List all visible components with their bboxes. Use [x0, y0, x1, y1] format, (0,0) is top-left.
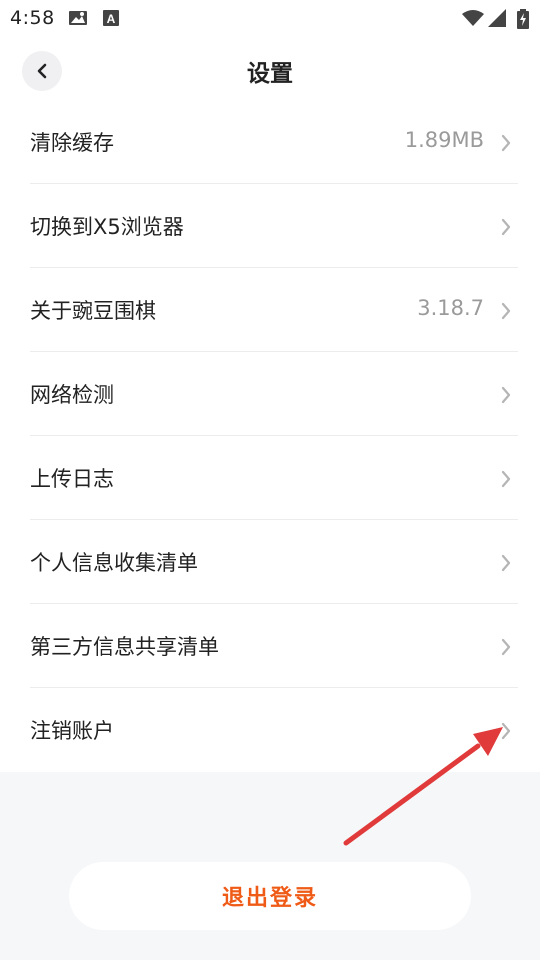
app-version-value: 3.18.7: [417, 296, 484, 320]
settings-item-label: 切换到X5浏览器: [30, 215, 184, 239]
chevron-right-icon: [501, 554, 511, 572]
wifi-icon: [462, 9, 484, 31]
settings-item-label: 关于豌豆围棋: [30, 299, 156, 323]
status-time: 4:58: [10, 7, 55, 29]
keyboard-a-icon: A: [103, 9, 119, 31]
cache-size-value: 1.89MB: [404, 128, 484, 152]
settings-item-label: 第三方信息共享清单: [30, 635, 219, 659]
battery-charging-icon: [517, 9, 529, 33]
chevron-right-icon: [501, 470, 511, 488]
status-bar: 4:58 A: [0, 0, 540, 36]
logout-button[interactable]: 退出登录: [69, 862, 471, 930]
settings-item-network-check[interactable]: 网络检测: [30, 352, 518, 436]
settings-item-label: 上传日志: [30, 467, 114, 491]
chevron-right-icon: [501, 134, 511, 152]
settings-list: 清除缓存 1.89MB 切换到X5浏览器 关于豌豆围棋 3.18.7 网络检测 …: [0, 100, 540, 772]
logout-label: 退出登录: [221, 886, 318, 911]
svg-text:A: A: [107, 12, 116, 26]
gallery-icon: [68, 9, 88, 31]
settings-item-switch-x5-browser[interactable]: 切换到X5浏览器: [30, 184, 518, 268]
settings-item-label: 个人信息收集清单: [30, 551, 198, 575]
chevron-right-icon: [501, 638, 511, 656]
chevron-right-icon: [501, 218, 511, 236]
header: 设置: [0, 36, 540, 102]
settings-item-about[interactable]: 关于豌豆围棋 3.18.7: [30, 268, 518, 352]
settings-item-label: 清除缓存: [30, 131, 114, 155]
chevron-right-icon: [501, 722, 511, 740]
settings-item-clear-cache[interactable]: 清除缓存 1.89MB: [30, 100, 518, 184]
settings-item-upload-log[interactable]: 上传日志: [30, 436, 518, 520]
settings-item-label: 注销账户: [30, 719, 114, 743]
chevron-right-icon: [501, 302, 511, 320]
signal-icon: [488, 9, 506, 31]
settings-item-delete-account[interactable]: 注销账户: [30, 688, 518, 772]
settings-item-label: 网络检测: [30, 383, 114, 407]
settings-item-third-party-sharing-list[interactable]: 第三方信息共享清单: [30, 604, 518, 688]
chevron-right-icon: [501, 386, 511, 404]
page-title: 设置: [247, 61, 293, 87]
settings-item-personal-info-list[interactable]: 个人信息收集清单: [30, 520, 518, 604]
